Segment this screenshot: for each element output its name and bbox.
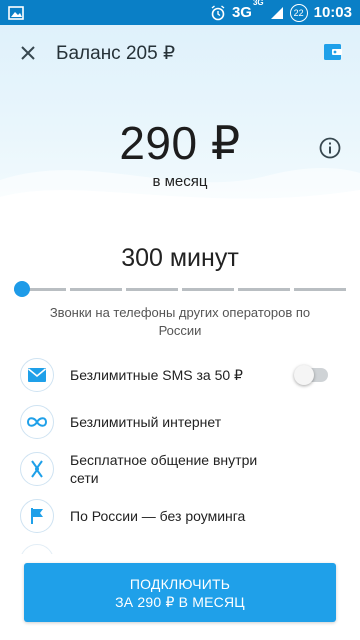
slider-segment [182, 288, 234, 291]
toolbar: Баланс 205 ₽ [0, 25, 360, 81]
close-icon [21, 46, 35, 60]
envelope-icon [20, 358, 54, 392]
slider-segment [70, 288, 122, 291]
sms-toggle[interactable] [294, 365, 328, 385]
info-button[interactable] [318, 136, 342, 160]
connect-button[interactable]: ПОДКЛЮЧИТЬ ЗА 290 ₽ В МЕСЯЦ [24, 563, 336, 622]
status-time: 10:03 [313, 4, 352, 21]
minutes-slider[interactable] [14, 281, 346, 297]
signal-icon [270, 6, 284, 20]
infinity-icon [20, 405, 54, 439]
feature-label: Безлимитные SMS за 50 ₽ [70, 367, 243, 383]
battery-icon: 22 [289, 3, 308, 22]
flag-icon [20, 499, 54, 533]
close-button[interactable] [16, 41, 40, 65]
feature-network-calls: Бесплатное общение внутри сети [0, 449, 360, 489]
alarm-icon [210, 4, 226, 21]
slider-segment [294, 288, 346, 291]
balance-title: Баланс 205 ₽ [56, 42, 176, 64]
feature-no-roaming: По России — без роуминга [0, 496, 360, 536]
minutes-title: 300 минут [121, 244, 239, 272]
image-icon [8, 5, 24, 20]
info-icon [319, 137, 341, 159]
network-type: 3G3G [231, 0, 264, 21]
slider-thumb[interactable] [14, 281, 30, 297]
feature-sms: Безлимитные SMS за 50 ₽ [0, 355, 360, 395]
price-block: 290 ₽ в месяц [0, 117, 360, 190]
feature-label: По России — без роуминга [70, 508, 246, 524]
slider-segment [126, 288, 178, 291]
slider-track[interactable] [14, 288, 346, 291]
toggle-knob [294, 365, 314, 385]
monthly-price: 290 ₽ [119, 117, 241, 169]
connect-button-line1: ПОДКЛЮЧИТЬ [129, 575, 231, 592]
minutes-description: Звонки на телефоны других операторов по … [49, 305, 311, 338]
tariff-header: Баланс 205 ₽ 290 ₽ в месяц [0, 25, 360, 215]
slider-segment [238, 288, 290, 291]
wallet-button[interactable] [322, 41, 346, 65]
feature-label: Безлимитный интернет [70, 414, 222, 430]
feature-label: Бесплатное общение внутри сети [70, 452, 258, 486]
price-period: в месяц [152, 173, 208, 190]
next-feature-partial [0, 540, 360, 554]
wallet-icon [324, 44, 342, 60]
feature-internet: Безлимитный интернет [0, 402, 360, 442]
call-within-network-icon [20, 452, 54, 486]
status-bar: 3G3G 22 10:03 [0, 0, 360, 25]
connect-button-line2: ЗА 290 ₽ В МЕСЯЦ [115, 593, 245, 610]
